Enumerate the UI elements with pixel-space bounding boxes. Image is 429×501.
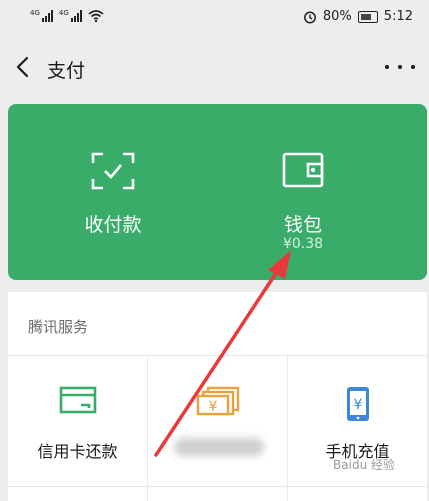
battery-percent: 80% xyxy=(322,9,352,24)
credit-card-icon xyxy=(59,386,96,414)
status-icons-left: 4G 4G xyxy=(30,9,104,22)
collect-pay-button[interactable]: 收付款 xyxy=(8,104,218,280)
network-type-label: 4G xyxy=(30,9,40,17)
phone-recharge-icon: ¥ xyxy=(346,387,369,421)
status-bar: 4G 4G 80% 5:12 xyxy=(0,0,429,36)
svg-text:¥: ¥ xyxy=(208,399,217,415)
battery-icon xyxy=(357,10,378,23)
back-arrow-icon[interactable] xyxy=(12,52,34,82)
money-icon: ¥ xyxy=(196,386,239,416)
service-money[interactable]: ¥ xyxy=(148,356,287,486)
alarm-icon xyxy=(303,11,316,23)
divider xyxy=(8,486,427,487)
wallet-button[interactable]: 钱包 ¥0.38 xyxy=(198,104,408,280)
status-icons-right: 80% 5:12 xyxy=(303,9,413,24)
collect-pay-label: 收付款 xyxy=(84,214,142,236)
wifi-icon xyxy=(88,10,104,22)
nav-bar: 支付 xyxy=(0,44,429,90)
wallet-balance: ¥0.38 xyxy=(282,236,324,252)
signal-icon: 4G xyxy=(59,10,82,22)
network-type-label: 4G xyxy=(58,9,69,17)
watermark: Baidu 经验 xyxy=(333,458,395,472)
wallet-icon xyxy=(282,152,324,188)
scan-pay-icon xyxy=(91,152,135,190)
wallet-label: 钱包 xyxy=(283,214,322,236)
page-title: 支付 xyxy=(47,60,86,82)
more-options-icon[interactable] xyxy=(385,52,415,82)
blurred-label xyxy=(174,438,264,456)
service-credit-card-repayment[interactable]: 信用卡还款 xyxy=(8,356,147,486)
svg-text:¥: ¥ xyxy=(353,397,362,413)
wallet-card: 收付款 钱包 ¥0.38 xyxy=(8,104,427,280)
signal-icon: 4G xyxy=(30,10,53,22)
section-title: 腾讯服务 xyxy=(28,318,89,336)
clock: 5:12 xyxy=(383,9,413,24)
service-label: 信用卡还款 xyxy=(37,442,118,461)
